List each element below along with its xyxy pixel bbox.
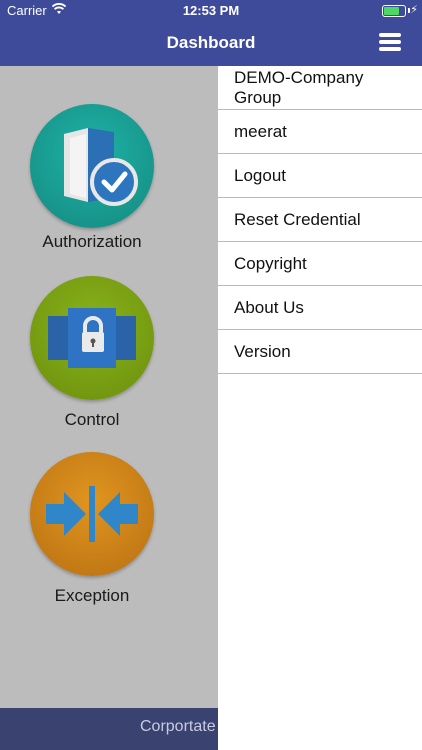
battery-icon bbox=[382, 5, 406, 17]
menu-item-version[interactable]: Version bbox=[218, 330, 422, 374]
menu-item-label: About Us bbox=[234, 297, 304, 317]
menu-item-reset-credential[interactable]: Reset Credential bbox=[218, 198, 422, 242]
menu-item-label: meerat bbox=[234, 121, 287, 141]
authorization-tile[interactable]: Authorization bbox=[0, 66, 184, 256]
menu-item-company-group[interactable]: DEMO-Company Group bbox=[218, 66, 422, 110]
footer-bar: Corportate bbox=[0, 708, 218, 750]
menu-item-username[interactable]: meerat bbox=[218, 110, 422, 154]
status-time: 12:53 PM bbox=[182, 3, 240, 18]
menu-item-label: Logout bbox=[234, 165, 286, 185]
exception-label: Exception bbox=[54, 586, 130, 605]
charging-icon: ⚡ bbox=[410, 4, 418, 16]
status-bar: Carrier 12:53 PM ⚡ bbox=[0, 0, 422, 22]
authorization-label: Authorization bbox=[42, 232, 142, 251]
control-label: Control bbox=[64, 410, 120, 429]
menu-item-label: DEMO-Company Group bbox=[234, 67, 364, 107]
menu-item-label: Version bbox=[234, 341, 291, 361]
page-title: Dashboard bbox=[166, 33, 256, 52]
footer-text: Corportate bbox=[140, 718, 216, 735]
control-tile[interactable]: Control bbox=[0, 256, 184, 436]
dashboard-content: Authorization Control Exception bbox=[0, 66, 218, 708]
navigation-bar: Carrier 12:53 PM ⚡ Dashboard bbox=[0, 0, 422, 66]
hamburger-menu-icon[interactable] bbox=[379, 31, 401, 53]
menu-item-logout[interactable]: Logout bbox=[218, 154, 422, 198]
padlock-icon bbox=[30, 276, 154, 400]
arrows-converge-icon bbox=[30, 452, 154, 576]
menu-item-label: Copyright bbox=[234, 253, 307, 273]
menu-item-label: Reset Credential bbox=[234, 209, 361, 229]
folder-check-icon bbox=[30, 104, 154, 228]
side-menu: DEMO-Company Group meerat Logout Reset C… bbox=[218, 66, 422, 750]
exception-tile[interactable]: Exception bbox=[0, 436, 184, 616]
menu-item-about-us[interactable]: About Us bbox=[218, 286, 422, 330]
menu-item-copyright[interactable]: Copyright bbox=[218, 242, 422, 286]
